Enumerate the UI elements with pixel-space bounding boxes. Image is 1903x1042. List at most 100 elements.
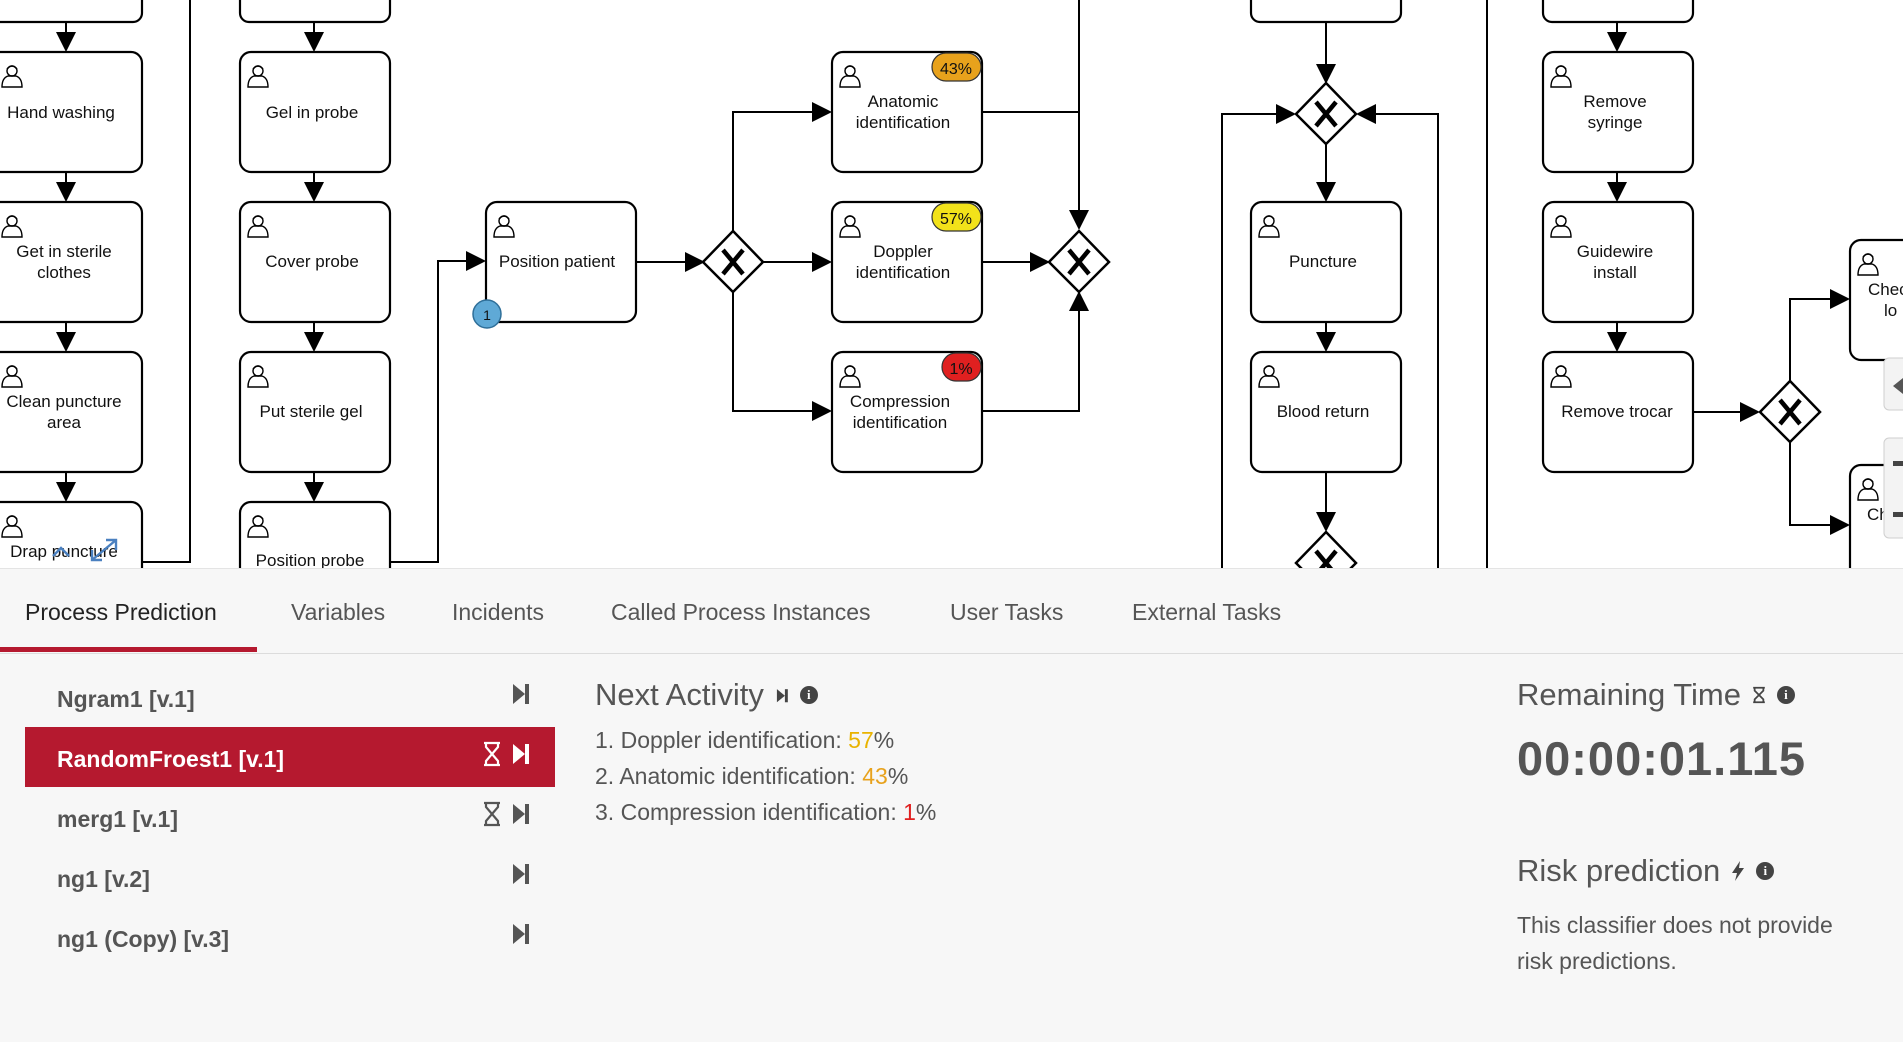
step-forward-icon[interactable] <box>509 861 531 887</box>
task-label: Remove trocar <box>1561 402 1673 421</box>
task-label: Put sterile gel <box>260 402 363 421</box>
task-label: Clean puncture <box>6 392 121 411</box>
task-label: Cover probe <box>265 252 359 271</box>
section-title: Next Activity <box>595 677 764 712</box>
task-label: Get in sterile <box>16 242 111 261</box>
step-forward-icon[interactable] <box>509 681 531 707</box>
task-puncture[interactable]: Puncture <box>1249 200 1403 324</box>
task-label: install <box>1593 263 1636 282</box>
prediction-item: 1. Doppler identification: 57% <box>595 727 1395 763</box>
info-icon[interactable]: i <box>1756 862 1775 880</box>
task-label: identification <box>853 413 948 432</box>
remaining-time-value: 00:00:01.115 <box>1517 732 1807 785</box>
task-label: Position probe <box>256 551 365 568</box>
prediction-badge-mid: 43% <box>931 52 982 82</box>
prediction-name: Compression identification: <box>620 799 897 825</box>
prediction-item: 3. Compression identification: 1% <box>595 799 1395 835</box>
exclusive-gateway[interactable] <box>1047 229 1111 294</box>
classifier-item-selected[interactable]: RandomFroest1 [v.1] <box>25 727 555 787</box>
risk-message-line: risk predictions. <box>1517 948 1677 974</box>
task-clean-puncture-area[interactable]: Clean puncture area <box>0 350 144 474</box>
task-cover-probe[interactable]: Cover probe <box>238 200 392 324</box>
task-label: area <box>47 413 82 432</box>
task-label: clothes <box>37 263 91 282</box>
task-label: Hand washing <box>7 103 115 122</box>
instance-count-badge[interactable]: 1 <box>472 299 502 329</box>
prediction-value: 1 <box>903 799 916 825</box>
next-activity-predictions: 1. Doppler identification: 57% 2. Anatom… <box>595 727 1395 835</box>
prediction-rank: 1. <box>595 727 615 753</box>
task-label: Doppler <box>873 242 933 261</box>
lightning-icon <box>1732 861 1745 881</box>
tab-external-tasks[interactable]: External Tasks <box>1132 599 1281 626</box>
task-gel-in-probe[interactable]: Gel in probe <box>238 50 392 174</box>
prediction-rank: 3. <box>595 799 615 825</box>
exclusive-gateway[interactable] <box>1758 379 1822 444</box>
classifier-label: RandomFroest1 [v.1] <box>57 746 285 772</box>
task-position-probe[interactable]: Position probe <box>238 500 392 568</box>
step-forward-icon[interactable] <box>509 921 531 947</box>
exclusive-gateway[interactable] <box>1294 81 1358 146</box>
hourglass-icon[interactable] <box>481 741 503 767</box>
classifier-item[interactable]: merg1 [v.1] <box>25 787 555 847</box>
task-label: Anatomic <box>868 92 939 111</box>
task-label: Compression <box>850 392 950 411</box>
tab-user-tasks[interactable]: User Tasks <box>950 599 1063 626</box>
hourglass-icon[interactable] <box>481 801 503 827</box>
risk-message: This classifier does not provide risk pr… <box>1517 907 1887 979</box>
risk-prediction-section: Risk prediction i This classifier does n… <box>1517 853 1887 979</box>
remaining-time-section: Remaining Time i 00:00:01.115 <box>1517 677 1897 786</box>
tab-called-process-instances[interactable]: Called Process Instances <box>611 599 871 626</box>
task-blood-return[interactable]: Blood return <box>1249 350 1403 474</box>
classifier-label: Ngram1 [v.1] <box>57 686 195 712</box>
tab-incidents[interactable]: Incidents <box>452 599 544 626</box>
next-activity-section: Next Activity i 1. Doppler identificatio… <box>595 677 1395 835</box>
task-label: syringe <box>1588 113 1643 132</box>
task-remove-trocar[interactable]: Remove trocar <box>1541 350 1695 474</box>
task-guidewire-install[interactable]: Guidewire install <box>1541 200 1695 324</box>
classifier-label: ng1 (Copy) [v.3] <box>57 926 230 952</box>
zoom-in-button[interactable] <box>1883 437 1903 539</box>
prediction-unit: % <box>873 727 895 753</box>
classifier-item[interactable]: ng1 [v.2] <box>25 847 555 907</box>
task-position-patient[interactable]: Position patient <box>484 200 638 324</box>
tab-process-prediction[interactable]: Process Prediction <box>25 599 217 626</box>
zoom-reset-button[interactable] <box>1883 357 1903 411</box>
task-get-in-sterile-clothes[interactable]: Get in sterile clothes <box>0 200 144 324</box>
prediction-value: 43 <box>862 763 888 789</box>
classifier-item[interactable]: ng1 (Copy) [v.3] <box>25 907 555 967</box>
step-forward-icon[interactable] <box>509 741 531 767</box>
classifier-item[interactable]: Ngram1 [v.1] <box>25 667 555 727</box>
task-label: lo <box>1884 301 1897 320</box>
task-label: Guidewire <box>1577 242 1654 261</box>
exclusive-gateway[interactable] <box>701 229 765 294</box>
section-title: Remaining Time <box>1517 677 1741 712</box>
task-label: identification <box>856 113 951 132</box>
risk-message-line: This classifier does not provide <box>1517 912 1833 938</box>
prediction-name: Anatomic identification: <box>619 763 856 789</box>
tab-variables[interactable]: Variables <box>291 599 385 626</box>
task-label: Position patient <box>499 252 616 271</box>
step-forward-icon[interactable] <box>509 801 531 827</box>
prediction-rank: 2. <box>595 763 615 789</box>
step-forward-icon <box>776 689 788 703</box>
exclusive-gateway[interactable] <box>1294 530 1358 568</box>
task-label: identification <box>856 263 951 282</box>
task-remove-syringe[interactable]: Remove syringe <box>1541 50 1695 174</box>
classifier-label: merg1 [v.1] <box>57 806 179 832</box>
classifier-list: Ngram1 [v.1] RandomFroest1 [v.1] merg1 [… <box>25 667 555 967</box>
task-drap-puncture[interactable]: Drap puncture <box>0 500 144 568</box>
task-put-sterile-gel[interactable]: Put sterile gel <box>238 350 392 474</box>
prediction-name: Doppler identification: <box>620 727 842 753</box>
task-check-partial[interactable]: Chec lo <box>1848 238 1903 362</box>
info-icon[interactable]: i <box>799 686 818 704</box>
info-icon[interactable]: i <box>1776 686 1795 704</box>
svg-text:43%: 43% <box>940 61 972 78</box>
tab-bar: Process Prediction Variables Incidents C… <box>0 569 1903 654</box>
prediction-badge-low: 1% <box>941 352 982 382</box>
svg-text:1%: 1% <box>949 361 972 378</box>
bpmn-diagram-canvas[interactable]: Hand washing Get in sterile clothes Clea… <box>0 0 1903 568</box>
prediction-unit: % <box>887 763 909 789</box>
task-hand-washing[interactable]: Hand washing <box>0 50 144 174</box>
svg-text:1: 1 <box>483 307 491 323</box>
